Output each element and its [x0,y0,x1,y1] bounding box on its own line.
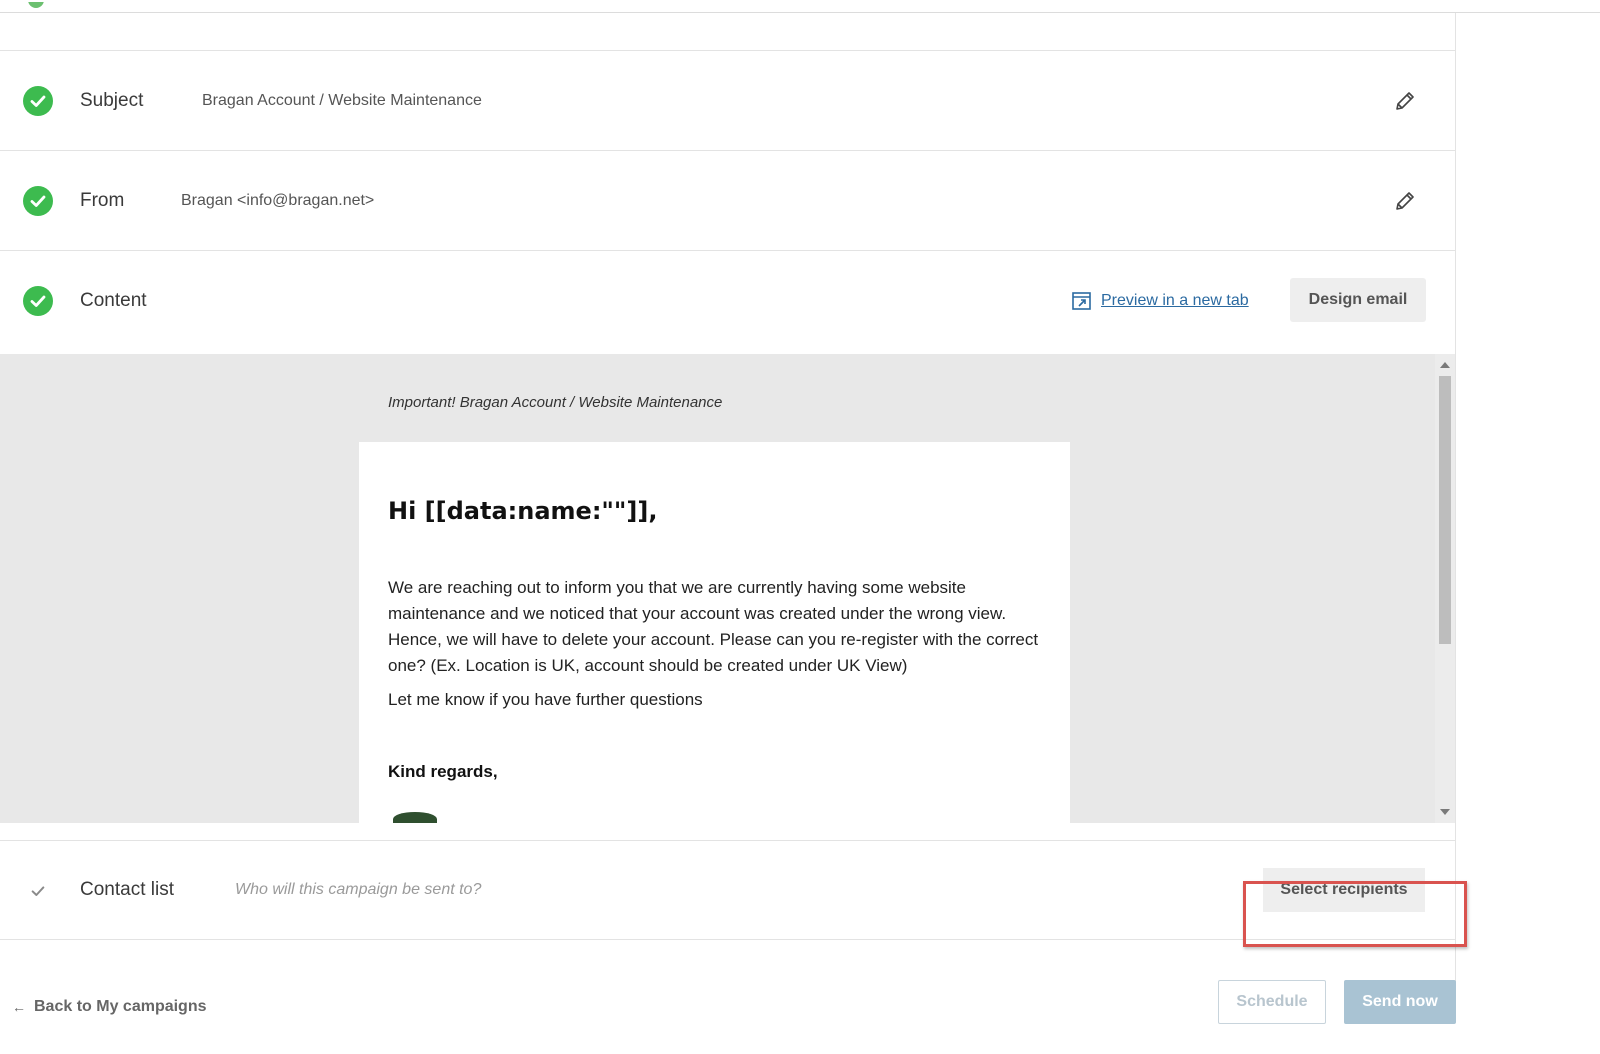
subject-value: Bragan Account / Website Maintenance [202,91,482,109]
email-preview-area[interactable]: Important! Bragan Account / Website Main… [0,354,1455,823]
email-subject-line: Important! Bragan Account / Website Main… [388,394,723,411]
pencil-icon[interactable] [1393,189,1417,213]
footer-bar: ← Back to My campaigns Schedule Send now [0,980,1456,1040]
email-closing: Kind regards, [388,762,498,781]
pencil-icon[interactable] [1393,89,1417,113]
email-body-text: We are reaching out to inform you that w… [388,578,1039,675]
schedule-button[interactable]: Schedule [1218,980,1326,1024]
email-body-card: Hi [[data:name:""]], We are reaching out… [359,442,1070,823]
preview-link-label[interactable]: Preview in a new tab [1101,292,1249,310]
contact-list-label: Contact list [80,879,174,900]
back-to-campaigns-link[interactable]: ← Back to My campaigns [12,998,207,1016]
from-value: Bragan <info@bragan.net> [181,191,375,209]
check-circle-outline-icon [23,876,53,906]
signature-logo-image [393,812,437,823]
check-circle-icon [26,2,46,12]
design-email-button[interactable]: Design email [1290,278,1426,322]
subject-row: Subject Bragan Account / Website Mainten… [0,50,1455,150]
arrow-left-icon: ← [12,999,26,1015]
content-label: Content [80,289,147,311]
from-row: From Bragan <info@bragan.net> [0,150,1455,250]
select-recipients-button[interactable]: Select recipients [1263,868,1425,912]
back-link-label[interactable]: Back to My campaigns [34,998,207,1016]
email-preview-scrollbar[interactable] [1435,354,1455,823]
check-circle-icon [23,185,53,216]
campaign-editor-page: Subject Bragan Account / Website Mainten… [0,0,1600,1054]
contact-list-row: Contact list Who will this campaign be s… [0,840,1455,940]
send-now-button[interactable]: Send now [1344,980,1456,1024]
scroll-up-icon[interactable] [1440,362,1450,368]
campaign-panel: Subject Bragan Account / Website Mainten… [0,13,1456,1013]
check-circle-icon [23,85,53,116]
preview-link[interactable]: Preview in a new tab [1071,290,1249,312]
from-label: From [80,189,125,211]
contact-list-placeholder: Who will this campaign be sent to? [235,881,482,898]
scroll-thumb[interactable] [1439,376,1451,644]
scroll-down-icon[interactable] [1440,809,1450,815]
email-followup-text: Let me know if you have further question… [388,690,703,709]
external-preview-icon [1071,290,1093,312]
content-row: Content Preview in a new tab Design emai… [0,250,1455,350]
check-circle-icon [23,285,53,316]
email-greeting: Hi [[data:name:""]], [388,497,658,525]
subject-label: Subject [80,89,144,111]
